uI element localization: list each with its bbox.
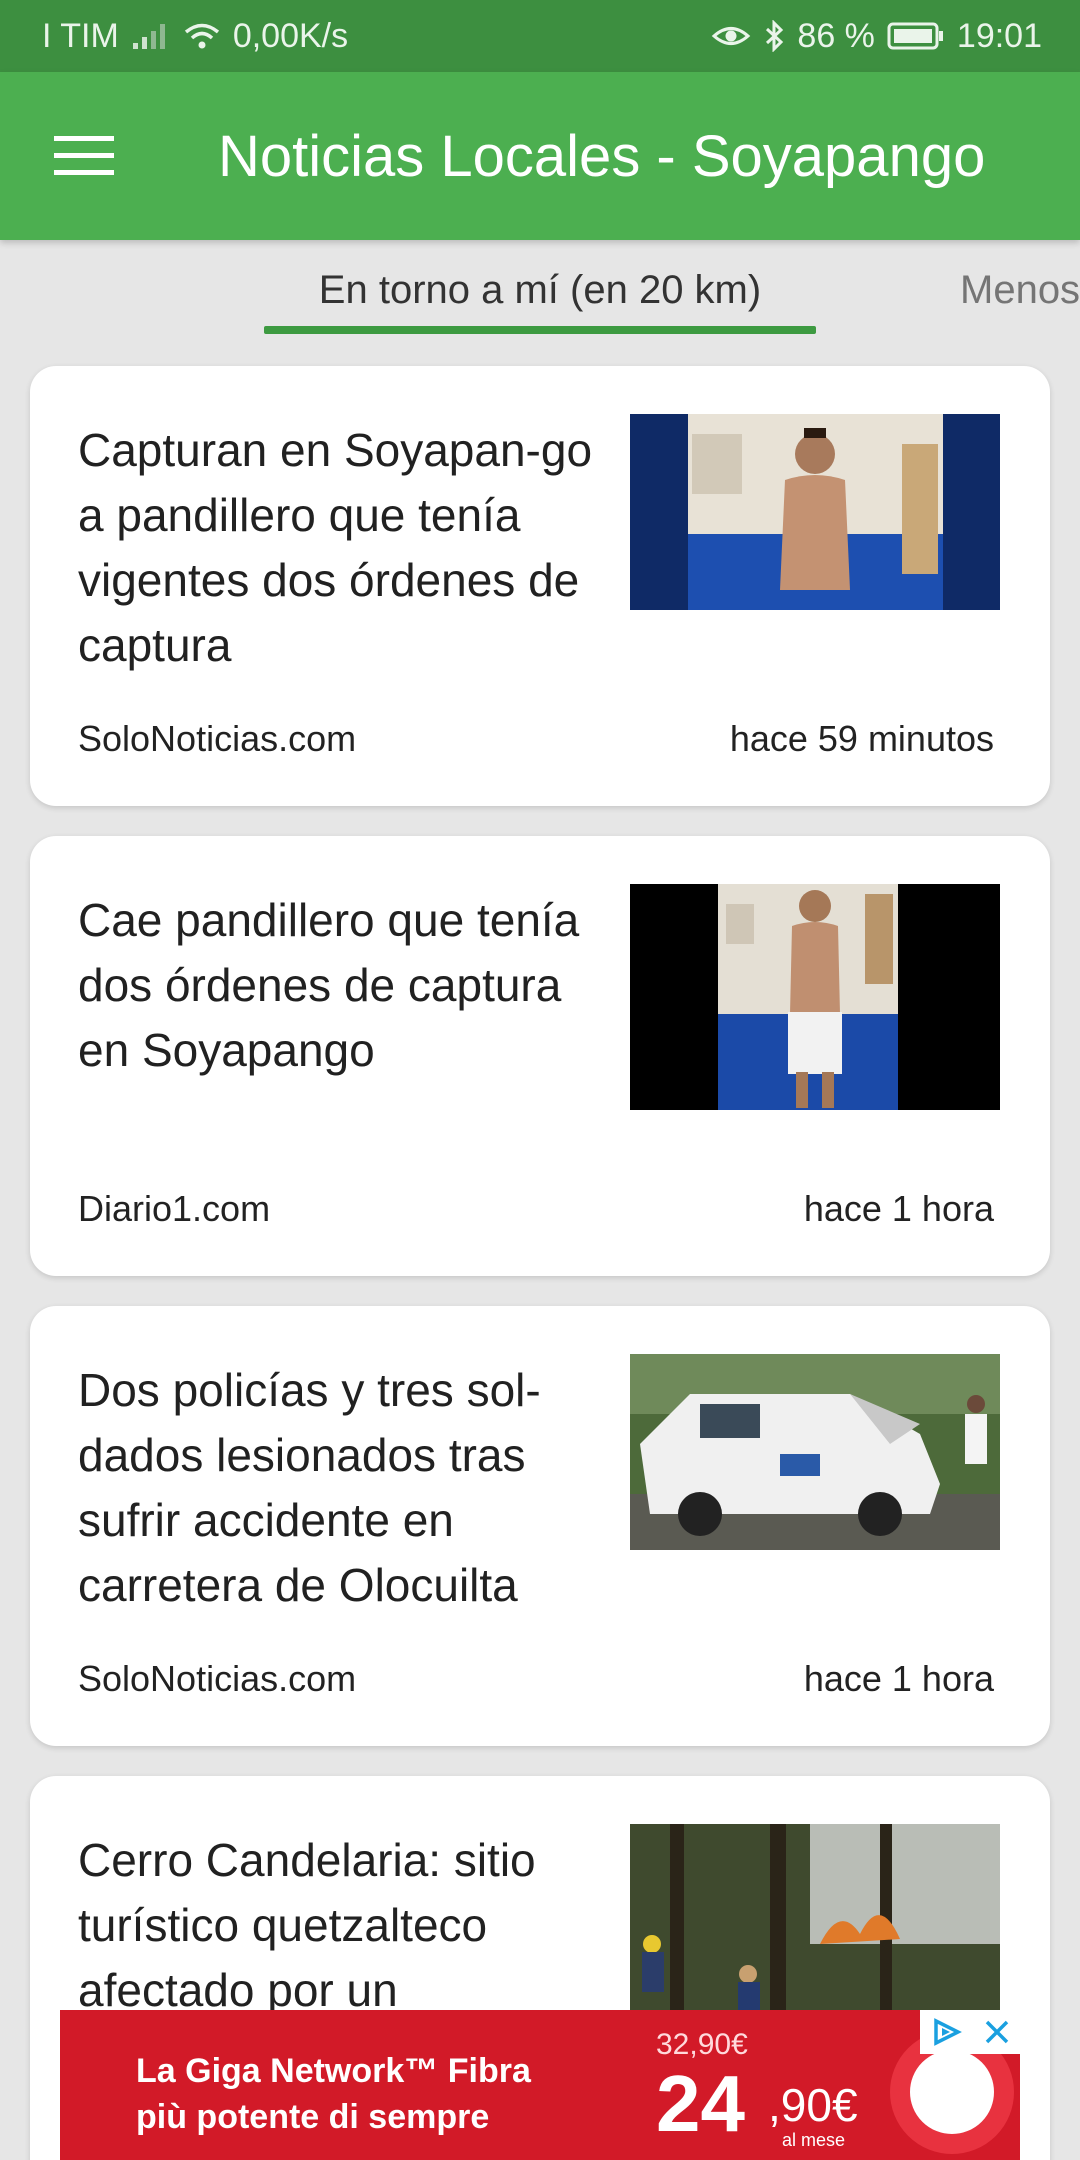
signal-icon [131,21,171,51]
wifi-icon [183,21,221,51]
article-title: Capturan en Soyapan-go a pandillero que … [78,424,593,671]
bluetooth-icon [763,20,785,52]
article-thumbnail [630,1354,1000,1550]
ad-old-price: 32,90€ [656,2028,748,2061]
news-card[interactable]: Cae pandillero que tenía dos órdenes de … [30,836,1050,1276]
ad-price-decimal: ,90€ [768,2079,858,2131]
ad-line-2: più potente di sempre [136,2098,490,2136]
ad-choices-badge[interactable] [920,2010,1020,2054]
network-speed: 0,00K/s [232,16,349,55]
article-title: Dos policías y tres sol-dados lesionados… [78,1364,541,1611]
battery-percent: 86 % [797,16,875,55]
article-title: Cerro Candelaria: sitio turístico quetza… [78,1834,536,2016]
tab-nearby[interactable]: En torno a mí (en 20 km) [264,268,816,313]
tab-bar: En torno a mí (en 20 km) Menos [0,240,1080,340]
ad-line-1: La Giga Network™ Fibra [136,2052,531,2090]
tab-indicator [264,326,816,334]
article-source: SoloNoticias.com [78,718,357,759]
ad-price-period: al mese [782,2130,846,2150]
article-time: hace 1 hora [803,1658,994,1699]
status-left: I TIM 0,00K/s [42,17,348,56]
app-bar: Noticias Locales - Soyapango [0,72,1080,240]
battery-icon [887,21,945,51]
ad-headline: La Giga Network™ Fibra più potente di se… [136,2048,531,2140]
ad-choices-icon [933,2018,962,2046]
article-source: SoloNoticias.com [78,1658,357,1699]
article-title: Cae pandillero que tenía dos órdenes de … [78,894,580,1076]
article-time: hace 1 hora [803,1188,994,1229]
article-source: Diario1.com [78,1188,271,1229]
status-right: 86 % 19:01 [711,17,1042,56]
status-bar: I TIM 0,00K/s 86 % 19:01 [0,0,1080,72]
tab-less[interactable]: Menos [960,268,1080,313]
menu-button[interactable] [0,72,168,240]
news-card[interactable]: Dos policías y tres sol-dados lesionados… [30,1306,1050,1746]
ad-banner[interactable]: La Giga Network™ Fibra più potente di se… [60,2010,1020,2160]
article-thumbnail [630,1824,1000,2024]
article-thumbnail [630,414,1000,610]
eye-icon [711,21,751,51]
article-time: hace 59 minutos [729,718,994,759]
ad-price-whole: 24 [656,2059,745,2148]
carrier-label: I TIM [42,16,119,55]
news-card[interactable]: Capturan en Soyapan-go a pandillero que … [30,366,1050,806]
clock: 19:01 [956,16,1042,55]
hamburger-menu-icon [54,136,114,175]
close-icon[interactable] [983,2018,1011,2046]
article-thumbnail [630,884,1000,1110]
app-title: Noticias Locales - Soyapango [218,123,986,189]
